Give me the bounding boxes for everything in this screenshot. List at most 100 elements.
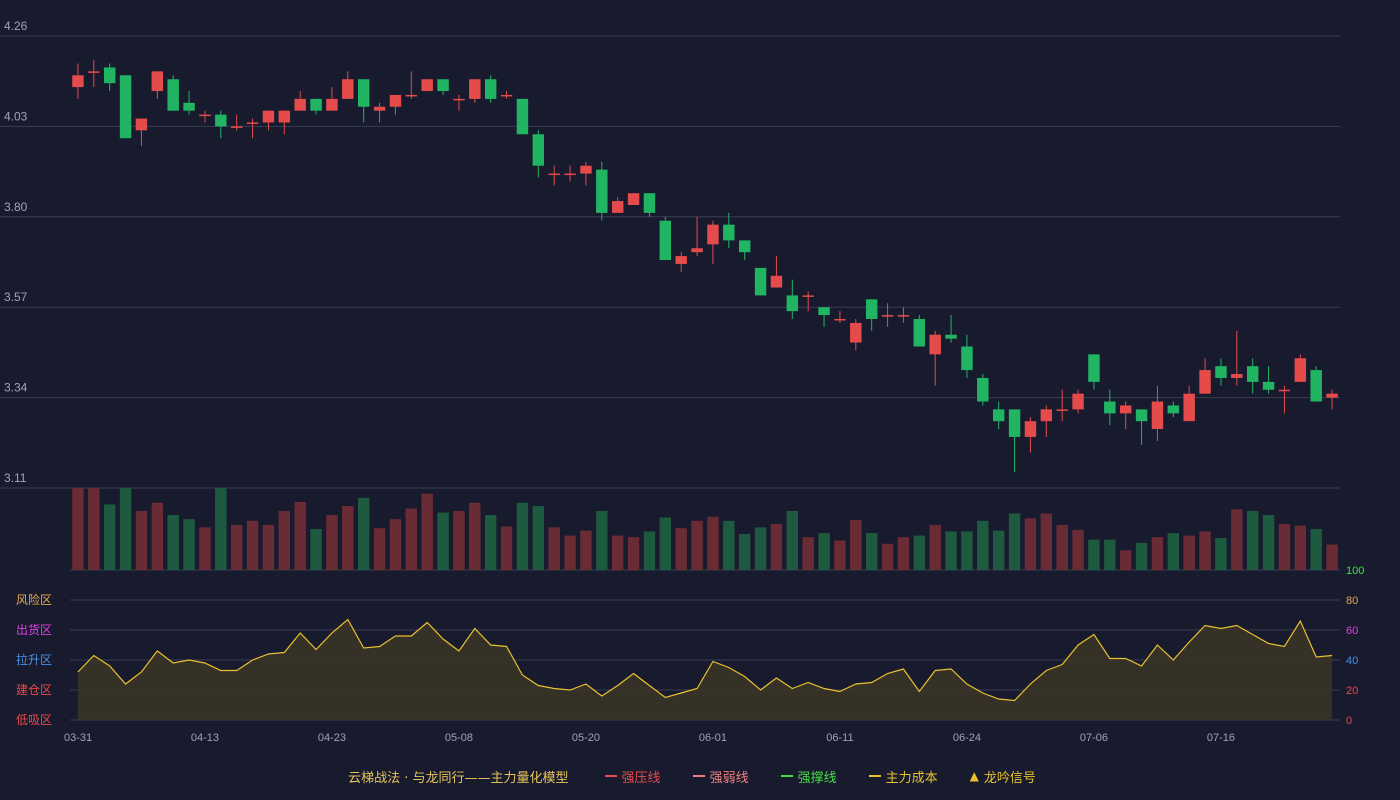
- legend-item-cost[interactable]: 主力成本: [868, 767, 938, 786]
- volume-bar: [1199, 531, 1211, 570]
- volume-bar: [167, 515, 179, 570]
- candle-body: [897, 315, 910, 317]
- candle-body: [453, 98, 465, 101]
- candle-body: [643, 193, 656, 213]
- indicator-tick-label: 80: [1346, 595, 1358, 607]
- candle-body: [1199, 370, 1211, 394]
- candle-body: [484, 79, 497, 99]
- candle-body: [992, 409, 1005, 422]
- volume-bar: [500, 526, 513, 570]
- volume-bar: [230, 524, 243, 570]
- volume-bar: [1246, 510, 1259, 570]
- candle-body: [881, 315, 894, 317]
- volume-bar: [961, 531, 973, 570]
- volume-bar: [516, 502, 529, 570]
- legend-label: 主力成本: [885, 770, 938, 786]
- volume-bar: [834, 540, 846, 570]
- legend-label: 强压线: [621, 770, 661, 786]
- legend-swatch: [780, 775, 793, 777]
- candle-body: [675, 256, 687, 264]
- volume-bar: [1008, 513, 1021, 570]
- candle-body: [103, 67, 116, 84]
- candle-body: [357, 79, 370, 107]
- candle-body: [564, 173, 576, 176]
- volume-bar: [437, 512, 449, 570]
- volume-bar: [754, 527, 767, 570]
- candle-body: [818, 307, 830, 316]
- axis-labels: 4.26 4.03 3.80 3.57 3.34 3.11 100 80 60 40 20 0 风险区出…: [4, 19, 1364, 744]
- candle-body: [945, 334, 957, 339]
- candle-body: [516, 98, 529, 135]
- candle-body: [1326, 393, 1338, 398]
- candle-body: [596, 169, 608, 213]
- candle-body: [183, 102, 195, 111]
- price-tick-label: 4.26: [4, 19, 28, 33]
- candle-body: [326, 98, 338, 111]
- volume-bar: [1151, 537, 1164, 570]
- candle-body: [548, 173, 560, 176]
- volume-bar: [405, 508, 418, 570]
- candle-body: [389, 94, 402, 107]
- volume-bar: [119, 488, 132, 570]
- candle-body: [342, 79, 354, 99]
- candle-body: [1310, 370, 1322, 402]
- candle-body: [437, 79, 449, 92]
- volume-bar: [389, 519, 402, 570]
- candle-body: [707, 224, 719, 245]
- candle-body: [72, 75, 84, 88]
- candle-body: [500, 94, 513, 97]
- volume-bar: [278, 510, 291, 570]
- legend-item-strength[interactable]: 强弱线: [692, 767, 749, 786]
- price-tick-label: 3.57: [4, 290, 28, 304]
- volume-bar: [675, 528, 687, 570]
- candle-body: [1119, 405, 1132, 414]
- candle-body: [294, 98, 306, 111]
- price-tick-label: 3.11: [4, 471, 27, 485]
- volume-bar: [738, 533, 751, 570]
- legend-item-signal[interactable]: ▲ 龙吟信号: [970, 767, 1036, 786]
- candle-body: [802, 295, 814, 297]
- candle-body: [373, 106, 386, 111]
- volume-bar: [723, 520, 735, 570]
- volume-bar: [596, 510, 608, 570]
- candle-body: [135, 118, 148, 131]
- candle-body: [278, 110, 291, 123]
- volume-bar: [135, 510, 148, 570]
- indicator-tick-label: 100: [1346, 565, 1364, 577]
- candle-body: [1072, 393, 1084, 410]
- candle-body: [786, 295, 799, 312]
- candle-body: [1151, 401, 1164, 430]
- candle-body: [421, 79, 433, 92]
- price-tick-label: 4.03: [4, 109, 28, 123]
- price-tick-label: 3.80: [4, 200, 28, 214]
- volume-bar: [881, 543, 894, 570]
- candle-body: [1183, 393, 1195, 422]
- volume-bar: [1072, 529, 1084, 570]
- volume-bar: [183, 519, 195, 570]
- candle-body: [532, 134, 545, 166]
- volume-bar: [1262, 515, 1275, 570]
- candle-body: [469, 79, 481, 99]
- volume-bar: [1088, 539, 1100, 570]
- volume-bar: [850, 519, 862, 570]
- candle-body: [913, 318, 926, 347]
- zone-label: 低吸区: [16, 713, 52, 727]
- volume-bar: [151, 502, 164, 570]
- candle-body: [1246, 366, 1259, 382]
- volume-bar: [548, 527, 560, 570]
- legend-item-support[interactable]: 强撑线: [780, 767, 837, 786]
- volume-bar: [1135, 542, 1148, 570]
- volume-bar: [929, 524, 941, 570]
- volume-bar: [1183, 535, 1195, 570]
- legend-label: 龙吟信号: [983, 770, 1036, 786]
- indicator-area: [77, 619, 1333, 720]
- zone-label: 建仓区: [16, 683, 52, 697]
- candle-body: [230, 126, 243, 128]
- volume-bar: [1326, 544, 1338, 570]
- legend-item-pressure[interactable]: 强压线: [604, 767, 661, 786]
- volume-bar: [564, 535, 576, 570]
- candle-body: [754, 267, 767, 296]
- candlestick-chart: 4.26 4.03 3.80 3.57 3.34 3.11 100 80 60 40 20 0 风险区出…: [0, 19, 1364, 744]
- volume-bar: [913, 535, 926, 570]
- grid-lines: [0, 35, 1340, 721]
